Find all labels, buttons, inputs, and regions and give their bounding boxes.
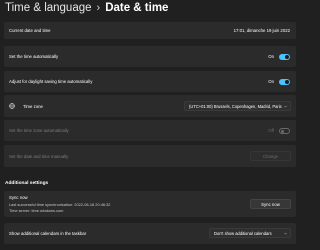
additional-calendars-label: Show additional calendars in the taskbar — [9, 231, 87, 236]
time-zone-dropdown[interactable]: (UTC+01:00) Brussels, Copenhagen, Madrid… — [184, 101, 291, 111]
sync-now-button[interactable]: Sync now — [250, 199, 291, 209]
set-date-time-manually-label: Set the date and time manually — [9, 154, 69, 159]
daylight-saving-state: On — [268, 79, 274, 84]
breadcrumb-parent-link[interactable]: Time & language — [5, 2, 92, 14]
set-time-automatically-toggle[interactable] — [279, 54, 290, 60]
current-date-time-value: 17:01, dimanche 19 juin 2022 — [233, 28, 290, 33]
additional-calendars-selected: Don't show additional calendars — [214, 230, 272, 236]
change-button[interactable]: Change — [250, 151, 291, 161]
set-time-zone-automatically-toggle[interactable] — [279, 128, 290, 134]
additional-calendars-dropdown[interactable]: Don't show additional calendars — [209, 228, 291, 238]
last-sync-text: Last successful time synchronisation: 20… — [9, 202, 111, 207]
additional-settings-heading: Additional settings — [5, 181, 49, 186]
set-time-automatically-card: Set the time automatically On — [4, 46, 296, 67]
chevron-down-icon — [284, 232, 287, 234]
globe-icon — [9, 103, 15, 109]
set-time-zone-automatically-card: Set the time zone automatically Off — [4, 120, 296, 141]
set-time-zone-automatically-state: Off — [268, 128, 274, 133]
time-server-text: Time server: time.windows.com — [9, 208, 64, 213]
set-time-zone-automatically-label: Set the time zone automatically — [9, 128, 69, 133]
breadcrumb-separator: › — [96, 2, 101, 14]
breadcrumb: Time & language › Date & time — [5, 0, 168, 16]
set-time-automatically-label: Set the time automatically — [9, 54, 59, 59]
daylight-saving-label: Adjust for daylight saving time automati… — [9, 79, 93, 84]
time-zone-selected: (UTC+01:00) Brussels, Copenhagen, Madrid… — [189, 103, 282, 109]
current-date-time-card: Current date and time 17:01, dimanche 19… — [4, 22, 296, 39]
set-time-automatically-state: On — [268, 54, 274, 59]
sync-now-card: Sync now Last successful time synchronis… — [4, 191, 296, 217]
daylight-saving-card: Adjust for daylight saving time automati… — [4, 71, 296, 92]
page-title: Date & time — [105, 2, 169, 14]
toggle-knob — [285, 55, 289, 59]
additional-calendars-card: Show additional calendars in the taskbar… — [4, 223, 296, 244]
chevron-down-icon — [284, 105, 287, 107]
toggle-knob — [285, 80, 289, 84]
time-zone-label: Time zone — [23, 103, 43, 109]
current-date-time-label: Current date and time — [9, 28, 51, 33]
sync-now-title: Sync now — [9, 195, 28, 200]
toggle-knob — [281, 130, 284, 133]
daylight-saving-toggle[interactable] — [279, 79, 290, 85]
set-date-time-manually-card: Set the date and time manually Change — [4, 145, 296, 167]
time-zone-card: Time zone (UTC+01:00) Brussels, Copenhag… — [4, 95, 296, 117]
